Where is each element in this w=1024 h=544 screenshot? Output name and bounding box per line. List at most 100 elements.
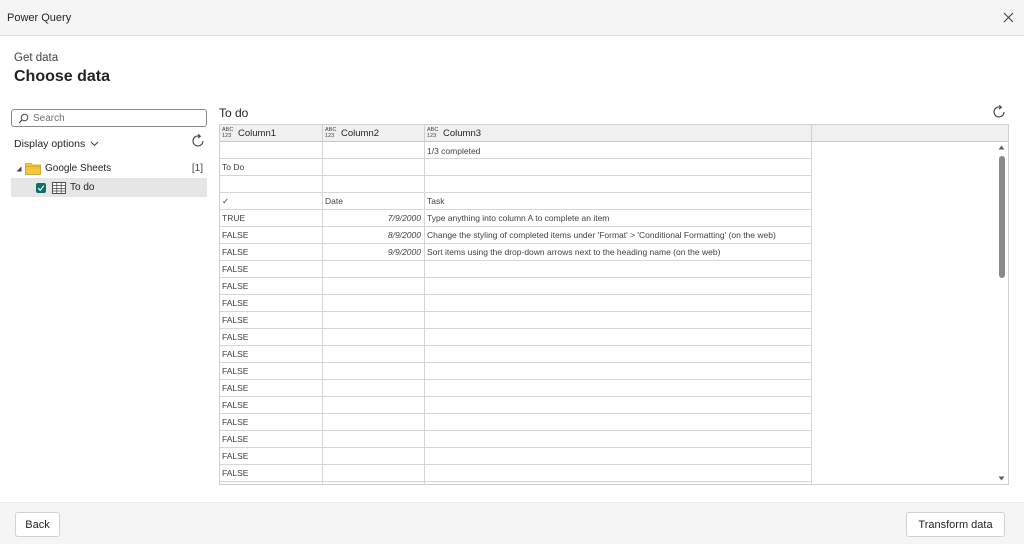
column-header[interactable]: ABC 123 Column3	[425, 125, 812, 142]
table-cell	[323, 142, 425, 159]
table-cell	[323, 295, 425, 312]
table-cell: FALSE	[220, 261, 323, 278]
table-cell	[425, 312, 812, 329]
expand-triangle-icon[interactable]	[16, 166, 22, 172]
table-cell	[220, 176, 323, 193]
title-bar: Power Query	[0, 0, 1024, 36]
table-cell	[323, 397, 425, 414]
table-cell	[323, 431, 425, 448]
table-cell	[323, 465, 425, 482]
table-cell: Change the styling of completed items un…	[425, 227, 812, 244]
column-header-filler	[812, 125, 1008, 142]
folder-icon	[25, 163, 41, 175]
table-cell: 7/9/2000	[323, 210, 425, 227]
table-cell: FALSE	[220, 431, 323, 448]
table-cell	[323, 363, 425, 380]
tree-item-label: To do	[70, 182, 95, 193]
transform-data-button[interactable]: Transform data	[906, 512, 1005, 537]
table-cell	[425, 431, 812, 448]
column-type-icon[interactable]: ABC 123	[427, 127, 439, 139]
search-input[interactable]	[33, 112, 203, 124]
table-cell: FALSE	[220, 380, 323, 397]
table-cell: 8/9/2000	[323, 227, 425, 244]
column-header[interactable]: ABC 123 Column2	[323, 125, 425, 142]
table-cell	[425, 465, 812, 482]
table-cell: FALSE	[220, 397, 323, 414]
table-cell	[425, 176, 812, 193]
table-cell: FALSE	[220, 227, 323, 244]
checkbox[interactable]	[36, 182, 46, 193]
tree-item-label: Google Sheets	[45, 163, 112, 174]
table-cell	[425, 448, 812, 465]
table-cell: ✓	[220, 193, 323, 210]
scroll-up-icon[interactable]	[998, 145, 1005, 150]
table-cell: To Do	[220, 159, 323, 176]
table-cell: Date	[323, 193, 425, 210]
table-cell: Task	[425, 193, 812, 210]
table-cell	[425, 380, 812, 397]
chevron-down-icon	[90, 141, 99, 147]
footer: Back Transform data	[0, 502, 1024, 544]
column-type-icon[interactable]: ABC 123	[222, 127, 234, 139]
table-cell	[425, 159, 812, 176]
preview-title: To do	[219, 106, 249, 120]
page-title: Choose data	[14, 68, 111, 85]
table-cell: FALSE	[220, 414, 323, 431]
table-cell	[425, 261, 812, 278]
table-cell	[425, 397, 812, 414]
table-cell	[425, 414, 812, 431]
back-button[interactable]: Back	[15, 512, 60, 537]
table-cell: FALSE	[220, 295, 323, 312]
table-cell	[425, 363, 812, 380]
table-cell	[425, 295, 812, 312]
table-cell	[425, 346, 812, 363]
tree-item-google-sheets[interactable]: Google Sheets [1]	[11, 160, 207, 177]
table-icon	[52, 181, 66, 194]
refresh-icon[interactable]	[190, 133, 206, 149]
table-cell: FALSE	[220, 244, 323, 261]
table-cell	[323, 176, 425, 193]
table-cell: 9/9/2000	[323, 244, 425, 261]
table-cell	[323, 159, 425, 176]
table-cell: Sort items using the drop-down arrows ne…	[425, 244, 812, 261]
table-cell	[425, 278, 812, 295]
column-name: Column2	[341, 127, 380, 139]
table-cell	[323, 482, 425, 484]
table-cell: FALSE	[220, 363, 323, 380]
checkmark-icon	[37, 184, 45, 191]
search-icon	[18, 113, 29, 123]
table-cell	[220, 142, 323, 159]
table-cell: FALSE	[220, 346, 323, 363]
column-type-icon[interactable]: ABC 123	[325, 127, 337, 139]
tree-item-to-do[interactable]: To do	[11, 178, 207, 197]
table-cell: Type anything into column A to complete …	[425, 210, 812, 227]
data-preview-grid[interactable]: ABC 123 Column1 ABC 123 Column2 ABC 123 Colum…	[219, 124, 1009, 485]
table-cell: FALSE	[220, 278, 323, 295]
table-cell: TRUE	[220, 210, 323, 227]
search-box[interactable]	[11, 109, 207, 127]
scroll-down-icon[interactable]	[998, 476, 1005, 481]
table-cell	[323, 312, 425, 329]
vertical-scrollbar[interactable]	[997, 142, 1007, 483]
preview-refresh-icon[interactable]	[991, 104, 1007, 120]
table-cell	[323, 261, 425, 278]
scrollbar-thumb[interactable]	[999, 156, 1005, 278]
header-subtitle: Get data	[14, 52, 59, 64]
item-count: [1]	[191, 163, 203, 174]
column-name: Column3	[443, 127, 482, 139]
display-options-dropdown[interactable]: Display options	[14, 138, 99, 150]
window-title: Power Query	[7, 12, 72, 24]
table-cell	[323, 278, 425, 295]
table-cell: FALSE	[220, 312, 323, 329]
column-header[interactable]: ABC 123 Column1	[220, 125, 323, 142]
table-cell: FALSE	[220, 465, 323, 482]
table-cell	[323, 414, 425, 431]
close-icon[interactable]	[1000, 9, 1016, 25]
display-options-label: Display options	[14, 138, 86, 150]
table-cell	[323, 380, 425, 397]
table-cell	[425, 482, 812, 484]
table-cell	[220, 482, 323, 484]
column-name: Column1	[238, 127, 277, 139]
table-cell	[323, 346, 425, 363]
table-cell	[323, 448, 425, 465]
